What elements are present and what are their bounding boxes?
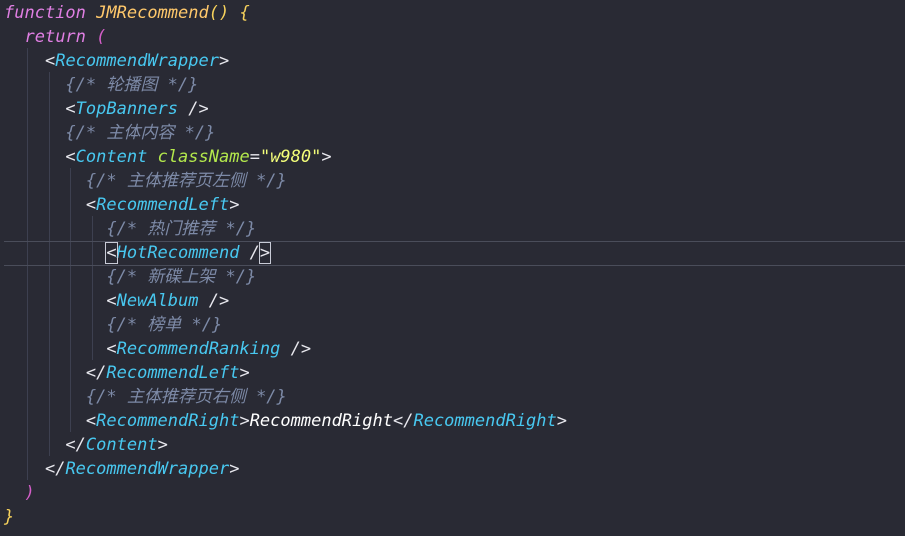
jsx-tag: Content [75, 147, 148, 167]
jsx-comment: {/* 主体推荐页右侧 */} [85, 387, 287, 407]
jsx-tag: RecommendLeft [96, 195, 230, 215]
string-value: "w980" [259, 147, 322, 167]
tag-bracket: > [229, 459, 240, 479]
code-line-17[interactable]: {/* 主体推荐页右侧 */} [4, 385, 287, 409]
function-name: JMRecommend [96, 3, 209, 23]
jsx-attribute: className [157, 147, 250, 167]
tag-bracket: < [44, 51, 56, 71]
equals-sign: = [249, 147, 260, 167]
jsx-text: RecommendRight [249, 411, 393, 431]
jsx-tag: RecommendRanking [116, 339, 281, 359]
close-paren: ) [24, 483, 35, 503]
jsx-tag: RecommendWrapper [55, 51, 219, 71]
self-close-slash: / [239, 243, 260, 263]
close-brace: } [4, 507, 15, 527]
tag-bracket: < [65, 99, 76, 119]
tag-bracket: </ [85, 363, 107, 383]
code-editor[interactable]: function JMRecommend() { return ( <Recom… [0, 0, 905, 536]
tag-bracket: < [106, 339, 117, 359]
jsx-tag: RecommendRight [413, 411, 557, 431]
tag-bracket: > [258, 242, 272, 264]
tag-bracket: /> [280, 339, 312, 359]
code-line-2[interactable]: return ( [4, 25, 106, 49]
code-line-7[interactable]: <Content className="w980"> [4, 145, 332, 169]
jsx-comment: {/* 主体推荐页左侧 */} [85, 171, 287, 191]
tag-bracket: < [85, 195, 97, 215]
code-line-21[interactable]: ) [4, 481, 35, 505]
jsx-comment: {/* 新碟上架 */} [106, 267, 257, 287]
jsx-tag: NewAlbum [116, 291, 199, 311]
code-line-9[interactable]: <RecommendLeft> [4, 193, 240, 217]
code-line-11[interactable]: <HotRecommend /> [4, 241, 272, 265]
code-line-6[interactable]: {/* 主体内容 */} [4, 121, 215, 145]
jsx-comment: {/* 榜单 */} [106, 315, 223, 335]
code-line-15[interactable]: <RecommendRanking /> [4, 337, 311, 361]
code-line-1[interactable]: function JMRecommend() { [4, 1, 250, 25]
jsx-tag: RecommendRight [96, 411, 240, 431]
code-line-22[interactable]: } [4, 505, 14, 529]
code-line-19[interactable]: </Content> [4, 433, 168, 457]
code-line-16[interactable]: </RecommendLeft> [4, 361, 250, 385]
code-line-10[interactable]: {/* 热门推荐 */} [4, 217, 256, 241]
keyword: function [4, 3, 86, 23]
open-brace: { [239, 3, 250, 23]
jsx-tag: TopBanners [75, 99, 179, 119]
code-line-8[interactable]: {/* 主体推荐页左侧 */} [4, 169, 287, 193]
code-line-18[interactable]: <RecommendRight>RecommendRight</Recommen… [4, 409, 567, 433]
code-line-4[interactable]: {/* 轮播图 */} [4, 73, 198, 97]
tag-bracket: > [239, 363, 250, 383]
tag-bracket: </ [65, 435, 86, 455]
jsx-comment: {/* 主体内容 */} [65, 123, 216, 143]
code-line-5[interactable]: <TopBanners /> [4, 97, 209, 121]
tag-bracket: </ [392, 411, 414, 431]
jsx-tag: RecommendWrapper [65, 459, 230, 479]
tag-bracket: < [106, 291, 117, 311]
tag-bracket: < [105, 242, 118, 264]
tag-bracket: > [239, 411, 250, 431]
parens: () [208, 3, 230, 23]
tag-bracket: > [229, 195, 240, 215]
tag-bracket: > [157, 435, 168, 455]
code-line-13[interactable]: <NewAlbum /> [4, 289, 229, 313]
tag-bracket: < [85, 411, 97, 431]
tag-bracket: < [65, 147, 76, 167]
jsx-tag: HotRecommend [116, 243, 240, 263]
tag-bracket: /> [178, 99, 209, 119]
code-line-20[interactable]: </RecommendWrapper> [4, 457, 240, 481]
tag-bracket: > [321, 147, 332, 167]
tag-bracket: > [218, 51, 230, 71]
tag-bracket: > [556, 411, 568, 431]
code-line-3[interactable]: <RecommendWrapper> [4, 49, 229, 73]
jsx-comment: {/* 热门推荐 */} [106, 219, 257, 239]
jsx-tag: RecommendLeft [106, 363, 240, 383]
keyword: return [24, 27, 86, 47]
code-line-12[interactable]: {/* 新碟上架 */} [4, 265, 256, 289]
tag-bracket: </ [44, 459, 66, 479]
code-line-14[interactable]: {/* 榜单 */} [4, 313, 222, 337]
open-paren: ( [96, 27, 107, 47]
jsx-comment: {/* 轮播图 */} [65, 75, 199, 95]
tag-bracket: /> [198, 291, 230, 311]
jsx-tag: Content [85, 435, 158, 455]
